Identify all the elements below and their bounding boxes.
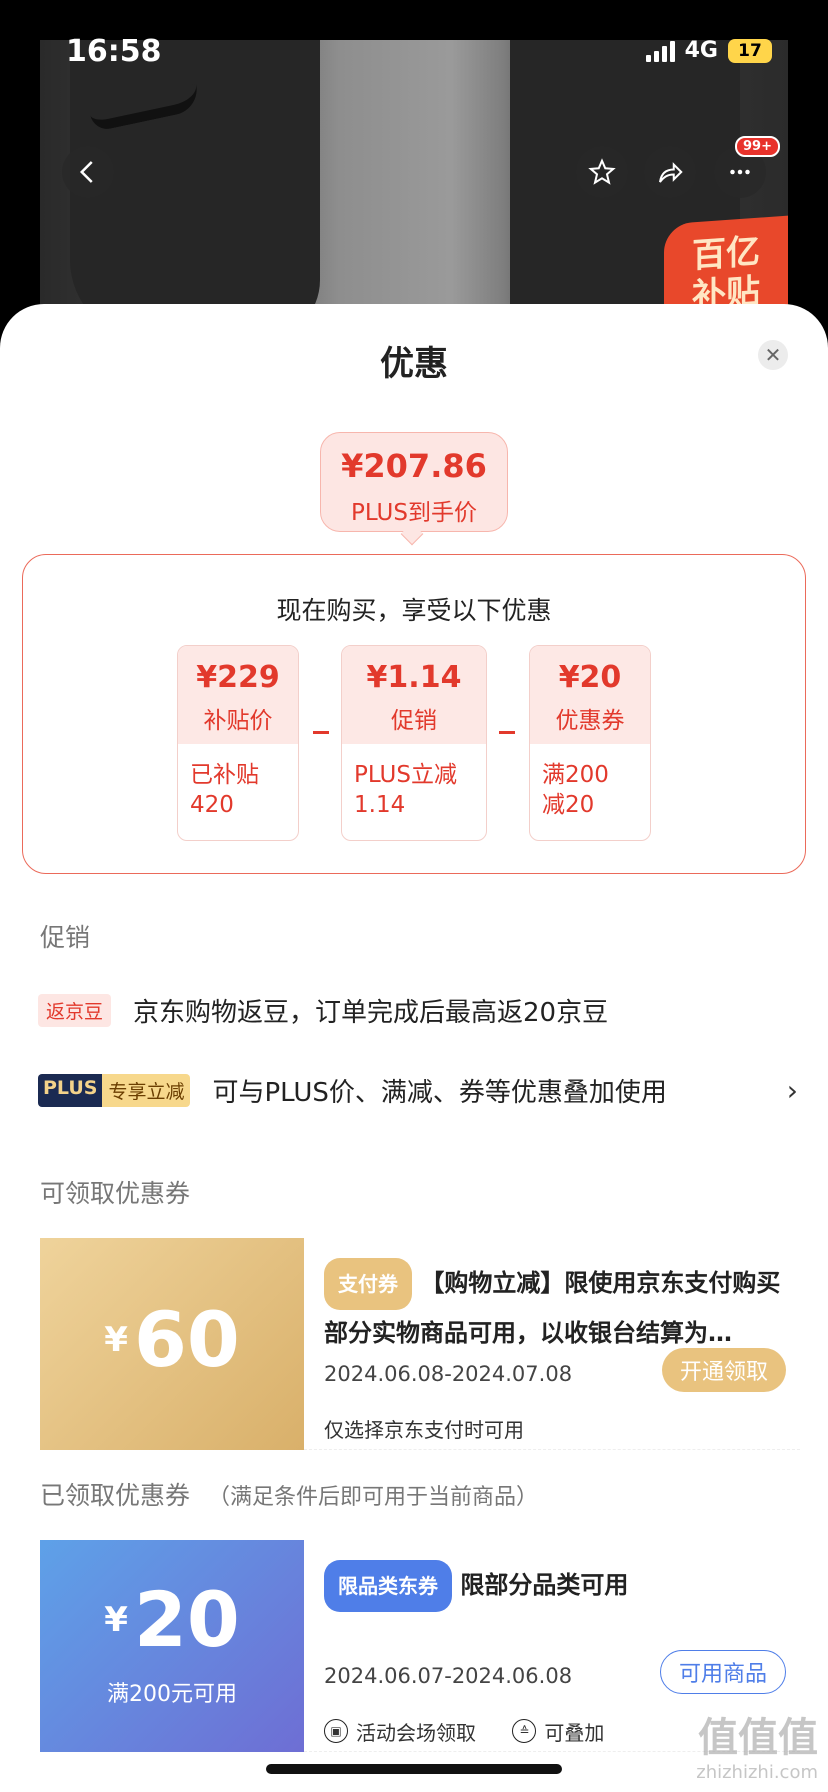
breakdown-detail: 已补贴 420 [178,744,298,820]
battery-level: 17 [738,40,762,61]
ticket-icon: ▣ [324,1719,348,1743]
breakdown-value: ¥1.14 [366,660,462,695]
breakdown-card-subsidy: ¥229 补贴价 已补贴 420 [177,645,299,841]
breakdown-card-header: ¥20 优惠券 [530,646,650,744]
breakdown-detail-line: 满200 [542,762,609,788]
applicable-products-button[interactable]: 可用商品 [659,1650,786,1694]
coupon-validity-date: 2024.06.07-2024.06.08 [324,1664,573,1688]
network-label: 4G [684,38,718,63]
breakdown-detail-line: 已补贴 [190,762,259,788]
breakdown-label: 补贴价 [203,708,273,734]
status-indicators: 4G 17 [645,38,772,63]
breakdown-card-promotion: ¥1.14 促销 PLUS立减 1.14 [341,645,487,841]
plus-tag-label: PLUS [38,1074,103,1107]
payment-coupon-card: ¥60 支付券 【购物立减】限使用京东支付购买部分实物商品可用，以收银台结算为…… [34,1238,800,1450]
share-button[interactable] [644,146,696,198]
close-icon: ✕ [764,343,782,367]
discount-sheet: 优惠 ✕ ¥207.86 PLUS到手价 现在购买，享受以下优惠 ¥229 补贴… [0,304,828,1792]
sheet-title: 优惠 [380,344,448,384]
breakdown-card-header: ¥229 补贴价 [178,646,298,744]
coupon-feature-text: 可叠加 [544,1720,605,1745]
coupon-features: ▣ 活动会场领取 ≙ 可叠加 [324,1716,634,1746]
coupon-note: 仅选择京东支付时可用 [324,1418,524,1442]
home-indicator[interactable] [266,1764,562,1774]
breakdown-detail-line: PLUS立减 [354,762,457,788]
coupon-validity-date: 2024.06.08-2024.07.08 [324,1362,573,1386]
claim-coupon-button[interactable]: 开通领取 [661,1348,786,1392]
available-coupons-label: 可领取优惠券 [40,1179,191,1208]
coupon-amount: ¥60 [40,1302,304,1378]
coupon-scallop-edge [34,1540,46,1752]
favorite-button[interactable] [576,146,628,198]
message-badge: 99+ [735,136,780,157]
minus-sign [313,731,329,734]
promotion-section-label: 促销 [40,923,91,952]
final-price-label: PLUS到手价 [351,500,477,526]
breakdown-label: 促销 [391,708,437,734]
minus-sign [499,731,515,734]
breakdown-detail: 满200 减20 [530,744,650,820]
coupon-info: 支付券 【购物立减】限使用京东支付购买部分实物商品可用，以收银台结算为… 202… [304,1238,800,1450]
watermark: 值值值 zhizhizhi.com [696,1718,818,1782]
coupon-amount-panel: ¥60 [34,1238,304,1450]
breakdown-detail: PLUS立减 1.14 [342,744,486,820]
coupon-condition: 满200元可用 [107,1682,237,1707]
coupon-amount-value: 20 [133,1575,240,1664]
coupon-title-text: 限部分品类可用 [460,1571,629,1599]
breakdown-detail-line: 减20 [542,792,595,818]
signal-icon [645,40,675,62]
watermark-site: zhizhizhi.com [696,1762,818,1783]
breakdown-value: ¥20 [558,660,622,695]
more-dots-icon [730,169,750,175]
stack-icon: ≙ [512,1719,537,1743]
coupon-scallop-edge [34,1238,46,1450]
final-price-value: ¥207.86 [341,447,487,485]
coupon-amount-panel: ¥20 满200元可用 [34,1540,304,1752]
coupon-feature-stackable: ≙ 可叠加 [512,1717,604,1746]
battery-icon: 17 [728,38,772,63]
subsidy-promo-tag[interactable]: 百亿 补贴 [664,215,788,316]
jingdou-tag: 返京豆 [38,994,112,1027]
claimed-coupons-label: 已领取优惠券 （满足条件后即可用于当前商品） [40,1476,538,1512]
close-button[interactable]: ✕ [758,340,788,370]
price-breakdown: 现在购买，享受以下优惠 ¥229 补贴价 已补贴 420 ¥1.14 促销 PL… [22,554,806,874]
breakdown-card-coupon: ¥20 优惠券 满200 减20 [529,645,651,841]
breakdown-label: 优惠券 [555,708,625,734]
promotion-row-plus[interactable]: PLUS 专享立减 可与PLUS价、满减、券等优惠叠加使用 › [38,1072,798,1109]
chevron-left-icon [79,161,93,183]
final-price-pill: ¥207.86 PLUS到手价 [320,432,508,532]
breakdown-title: 现在购买，享受以下优惠 [276,596,552,625]
claimed-coupons-hint: （满足条件后即可用于当前商品） [207,1485,538,1510]
watermark-text: 值值值 [698,1715,818,1761]
category-coupon-card: ¥20 满200元可用 限品类东券 限部分品类可用 2024.06.07-202… [34,1540,800,1752]
exclusive-tag-label: 专享立减 [102,1074,191,1107]
breakdown-card-header: ¥1.14 促销 [342,646,486,744]
coupon-feature-venue: ▣ 活动会场领取 [324,1717,476,1746]
currency-symbol: ¥ [104,1320,128,1360]
coupon-title: 限品类东券 限部分品类可用 [324,1560,794,1612]
promotion-text: 京东购物返豆，订单完成后最高返20京豆 [133,998,609,1028]
currency-symbol: ¥ [104,1600,128,1640]
breakdown-detail-line: 1.14 [354,792,406,818]
coupon-title: 支付券 【购物立减】限使用京东支付购买部分实物商品可用，以收银台结算为… [324,1258,794,1356]
back-button[interactable] [62,146,114,198]
plus-exclusive-tag: PLUS 专享立减 [38,1074,191,1107]
share-icon [659,162,683,183]
breakdown-value: ¥229 [196,660,280,695]
coupon-feature-text: 活动会场领取 [356,1720,476,1745]
coupon-amount-value: 60 [133,1295,240,1384]
more-button[interactable]: 99+ [714,136,780,198]
coupon-amount: ¥20 [40,1582,304,1658]
promotion-text: 可与PLUS价、满减、券等优惠叠加使用 [212,1078,667,1108]
claimed-coupons-title: 已领取优惠券 [40,1481,191,1510]
star-icon [588,158,616,185]
coupon-type-tag: 支付券 [324,1258,412,1310]
promotion-row-jingdou[interactable]: 返京豆 京东购物返豆，订单完成后最高返20京豆 [38,992,798,1029]
breakdown-detail-line: 420 [190,792,234,818]
status-time: 16:58 [66,34,162,69]
coupon-type-tag: 限品类东券 [324,1560,452,1612]
chevron-right-icon: › [786,1074,798,1107]
